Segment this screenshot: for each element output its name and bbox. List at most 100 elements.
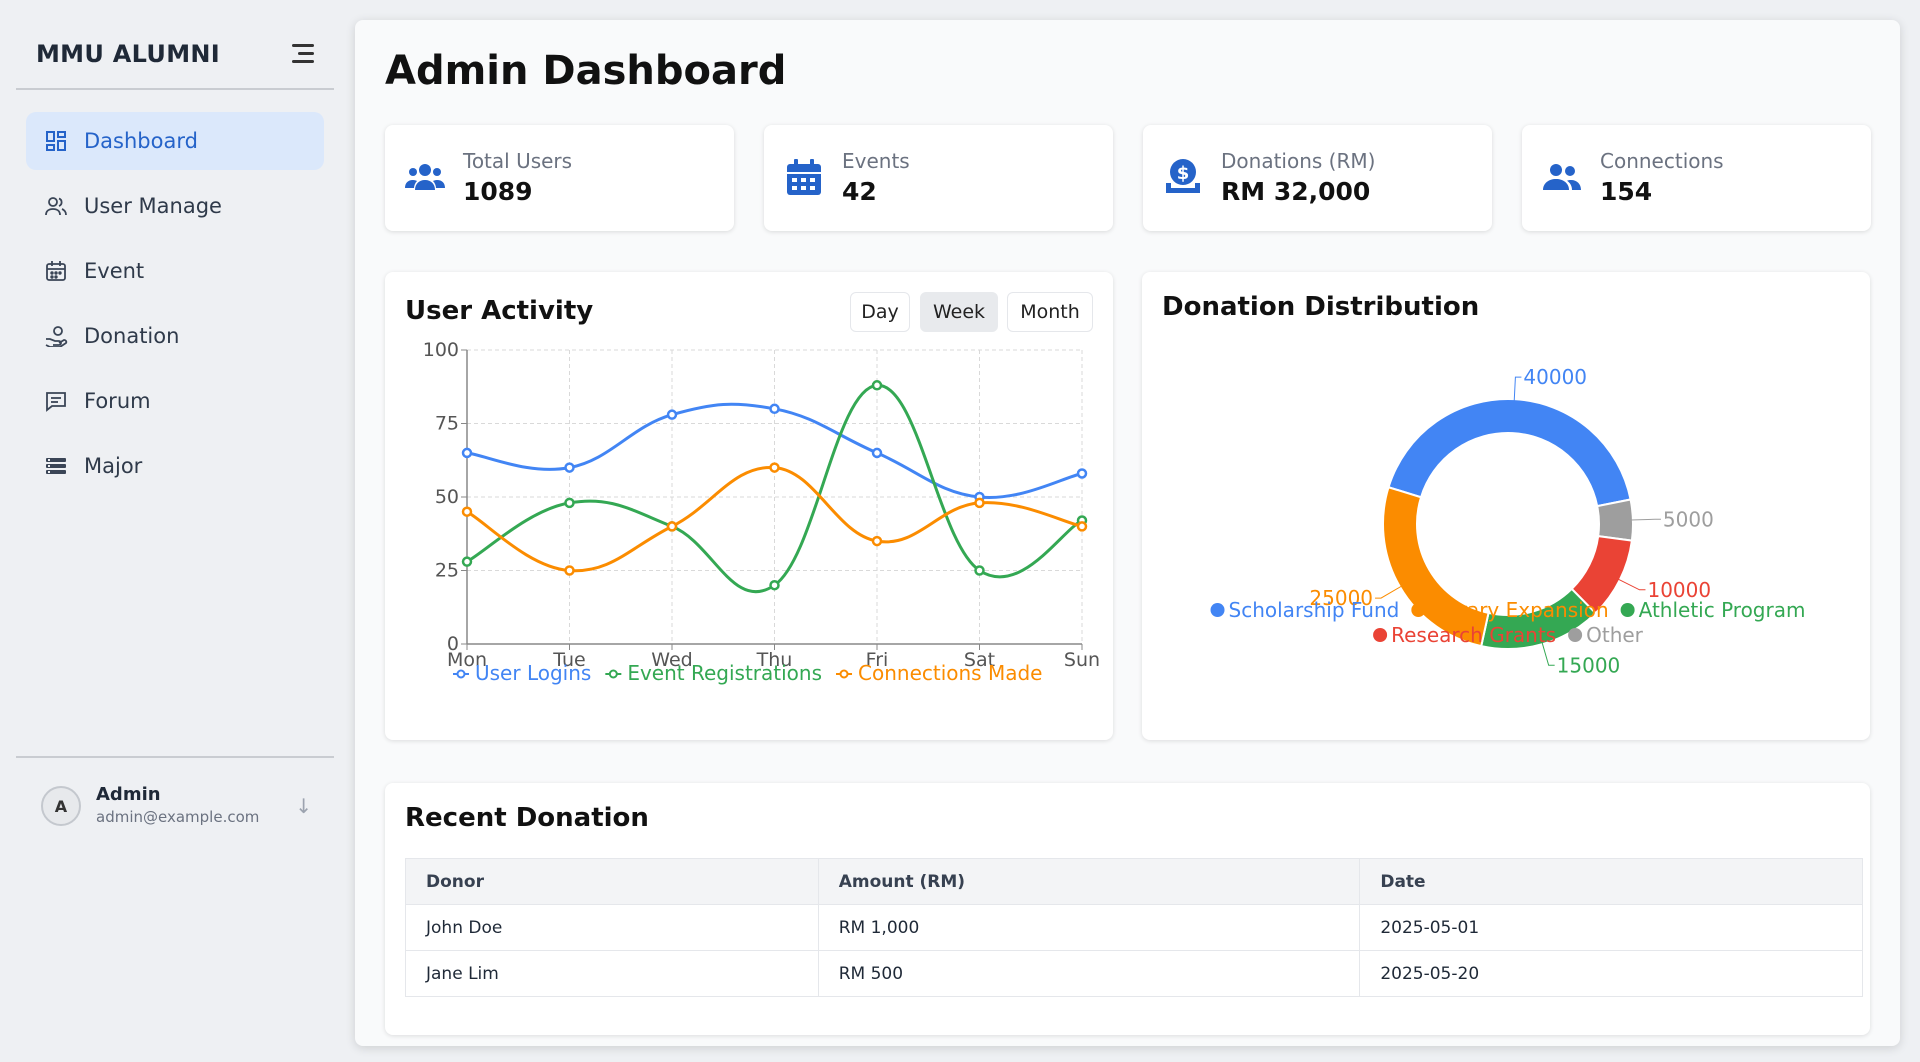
y-tick-label: 100 [423, 339, 459, 361]
table-header-row: Donor Amount (RM) Date [405, 858, 1863, 905]
calendar-icon [784, 157, 824, 197]
table-cell: RM 1,000 [817, 904, 1361, 951]
avatar[interactable]: A [41, 786, 81, 826]
hand-coin-icon [44, 324, 68, 348]
column-header: Donor [405, 858, 819, 905]
data-point-connections-made [461, 506, 473, 517]
legend-item-library-expansion: Library Expansion [1411, 598, 1609, 622]
data-point-event-registrations [871, 380, 883, 391]
legend-swatch [1411, 603, 1426, 617]
brand-title: MMU ALUMNI [36, 40, 221, 68]
legend-label: Other [1586, 623, 1644, 647]
data-point-user-logins [769, 403, 780, 415]
leader-line [1513, 376, 1522, 402]
data-point-event-registrations [564, 497, 575, 509]
legend-label: Library Expansion [1429, 598, 1608, 622]
stat-card-donations: $ Donations (RM) RM 32,000 [1143, 125, 1492, 231]
menu-toggle-icon[interactable] [288, 42, 314, 66]
slice-value-label: 5000 [1663, 507, 1714, 531]
sidebar-item-forum[interactable]: Forum [26, 372, 324, 430]
main-panel: Admin Dashboard Total Users 1089 Events … [355, 20, 1900, 1046]
sidebar-item-label: Forum [84, 389, 151, 413]
legend-marker [608, 669, 618, 679]
stat-label: Total Users [463, 149, 573, 173]
stat-label: Events [842, 149, 910, 173]
legend-marker [839, 669, 849, 679]
stat-card-events: Events 42 [764, 125, 1113, 231]
x-tick-label: Sun [1064, 649, 1100, 671]
legend-item-research-grants: Research Grants [1373, 623, 1556, 647]
legend-item-athletic-program: Athletic Program [1620, 598, 1806, 622]
sidebar: MMU ALUMNI Dashboard User Manage Event D… [0, 0, 350, 1062]
stat-value: 1089 [463, 177, 533, 206]
legend-label: Connections Made [858, 661, 1042, 685]
slice-other [1596, 498, 1634, 542]
page-title: Admin Dashboard [385, 48, 787, 94]
user-profile: A Admin admin@example.com ↓ [16, 756, 334, 846]
calendar-icon [44, 259, 68, 283]
people-icon [1542, 157, 1582, 197]
slice-scholarship-fund [1387, 398, 1632, 508]
column-header: Date [1359, 858, 1863, 905]
legend-label: Athletic Program [1639, 598, 1806, 622]
data-point-connections-made [666, 521, 678, 532]
stat-label: Connections [1600, 149, 1724, 173]
sidebar-item-major[interactable]: Major [26, 437, 324, 495]
data-point-connections-made [769, 462, 780, 473]
sidebar-item-user-manage[interactable]: User Manage [26, 177, 324, 235]
table-cell: John Doe [405, 904, 819, 951]
dollar-box-icon: $ [1163, 157, 1203, 197]
data-point-event-registrations [974, 565, 985, 576]
legend-row: Research Grants Other [1373, 623, 1644, 647]
arrow-down-icon[interactable]: ↓ [295, 794, 312, 818]
leader-line [1630, 518, 1661, 521]
user-email: admin@example.com [96, 808, 260, 826]
sidebar-item-label: Major [84, 454, 143, 478]
data-point-user-logins [564, 462, 575, 473]
y-tick-label: 50 [435, 486, 459, 508]
sidebar-item-label: Donation [84, 324, 180, 348]
table-cell: 2025-05-20 [1359, 950, 1863, 997]
sidebar-item-donation[interactable]: Donation [26, 307, 324, 365]
legend-swatch [1620, 603, 1635, 617]
brand-row: MMU ALUMNI [16, 30, 334, 90]
legend-swatch [1568, 628, 1583, 642]
stat-value: 42 [842, 177, 877, 206]
donation-distribution-chart: 400005000100001500025000Scholarship Fund… [1210, 365, 1806, 677]
leader-line [1617, 578, 1646, 591]
legend-item-scholarship-fund: Scholarship Fund [1210, 598, 1399, 622]
donation-distribution-panel: Donation Distribution 40000 5000 10000 1500… [1142, 272, 1870, 740]
data-point-event-registrations [461, 556, 473, 567]
stat-card-connections: Connections 154 [1522, 125, 1871, 231]
data-point-connections-made [871, 535, 883, 547]
legend-label: Event Registrations [627, 661, 822, 685]
data-point-user-logins [871, 447, 883, 459]
stat-card-total-users: Total Users 1089 [385, 125, 734, 231]
table-cell: Jane Lim [405, 950, 819, 997]
legend-swatch [1373, 628, 1388, 642]
users-icon [44, 194, 68, 218]
table-row: Jane Lim RM 500 2025-05-20 [405, 950, 1863, 997]
recent-donation-title: Recent Donation [405, 803, 649, 833]
data-point-connections-made [564, 565, 575, 576]
data-point-user-logins [1076, 468, 1088, 479]
data-point-connections-made [974, 497, 985, 509]
table-row: John Doe RM 1,000 2025-05-01 [405, 904, 1863, 951]
recent-donation-table: Donor Amount (RM) Date John Doe RM 1,000… [405, 858, 1863, 997]
sidebar-item-event[interactable]: Event [26, 242, 324, 300]
legend-swatch [1210, 603, 1225, 617]
table-cell: 2025-05-01 [1359, 904, 1863, 951]
slice-value-label: 40000 [1523, 365, 1587, 389]
data-point-user-logins [461, 447, 473, 459]
slice-value-label: 15000 [1557, 653, 1621, 677]
data-point-connections-made [1076, 521, 1088, 532]
user-name: Admin [96, 784, 161, 805]
user-activity-chart: 0255075100Mon Tue Wed Thu Fri Sat SunUser Logi… [423, 339, 1100, 685]
legend-item-event-registrations: Event Registrations [605, 661, 822, 685]
table-cell: RM 500 [817, 950, 1361, 997]
sidebar-item-dashboard[interactable]: Dashboard [26, 112, 324, 170]
chat-icon [44, 389, 68, 413]
legend-label: User Logins [475, 661, 591, 685]
legend-label: Research Grants [1391, 623, 1556, 647]
user-activity-panel: User Activity Day Week Month 0 25 50 75 100 M… [385, 272, 1113, 740]
